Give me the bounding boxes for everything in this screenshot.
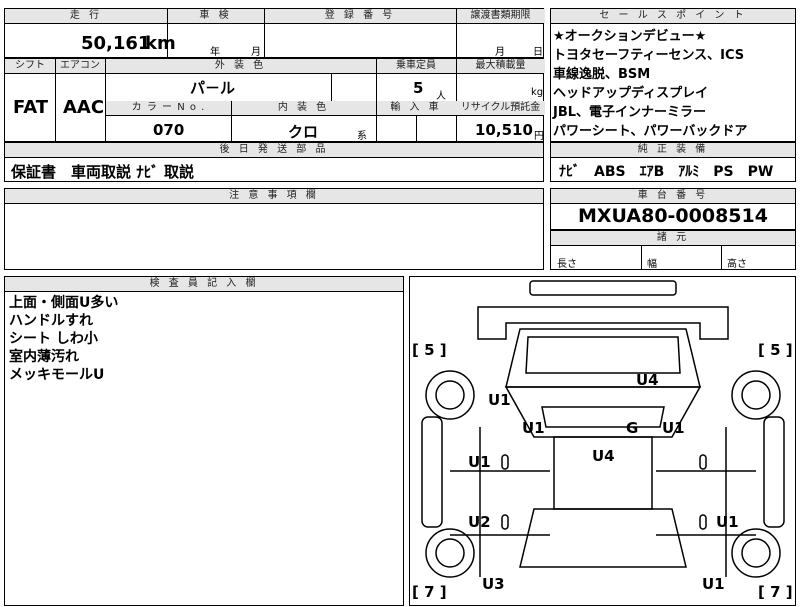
mark-u1-left-door: U1 bbox=[468, 453, 491, 471]
inspector-header: 検 査 員 記 入 欄 bbox=[5, 277, 403, 291]
mark-u3-left: U3 bbox=[482, 575, 505, 593]
inspector-line: ハンドルすれ bbox=[9, 313, 93, 329]
sales-line: 車線逸脱、BSM bbox=[553, 67, 651, 82]
colorno-value: 070 bbox=[153, 121, 185, 139]
mileage-header: 走 行 bbox=[5, 9, 167, 23]
later-parts-header: 後 日 発 送 部 品 bbox=[5, 143, 543, 157]
later-parts-value: 保証書 車両取説 ﾅﾋﾞ 取説 bbox=[11, 163, 194, 181]
inspector-lines: 上面・側面U多い ハンドルすれ シート しわ小 室内薄汚れ メッキモールU bbox=[9, 294, 118, 384]
colorno-header: カ ラ ー N o . bbox=[106, 101, 231, 115]
equipment: 純 正 装 備 ﾅﾋﾞ ABS ｴｱB ｱﾙﾐ PS PW bbox=[550, 142, 796, 182]
mark-right-bottom: [ 7 ] bbox=[758, 583, 793, 601]
inspector-line: 室内薄汚れ bbox=[9, 349, 79, 365]
mark-u2-left: U2 bbox=[468, 513, 491, 531]
top-row: 走 行 車 検 登 録 番 号 譲渡書類期限 50,161 km 年 月 月 日 bbox=[4, 8, 545, 58]
dims: 諸 元 長さ 幅 高さ bbox=[550, 230, 796, 270]
mark-left-bottom: [ 7 ] bbox=[412, 583, 447, 601]
mark-u4-top: U4 bbox=[636, 371, 659, 389]
mark-u1-left-upper: U1 bbox=[488, 391, 511, 409]
inspector-notes: 検 査 員 記 入 欄 上面・側面U多い ハンドルすれ シート しわ小 室内薄汚… bbox=[4, 276, 404, 606]
sales-line: JBL、電子インナーミラー bbox=[553, 105, 707, 120]
maxload-header: 最大積載量 bbox=[456, 59, 545, 73]
equipment-header: 純 正 装 備 bbox=[551, 143, 795, 157]
shift-header: シフト bbox=[5, 59, 55, 73]
mark-g: G bbox=[626, 419, 639, 437]
chassis: 車 台 番 号 MXUA80-0008514 bbox=[550, 188, 796, 230]
notes-header: 注 意 事 項 欄 bbox=[5, 189, 543, 203]
sales-lines: ★オークションデビュー★ トヨタセーフティーセンス、ICS 車線逸脱、BSM ヘ… bbox=[553, 27, 747, 141]
chassis-header: 車 台 番 号 bbox=[551, 189, 795, 203]
car-diagram: [ 5 ] [ 5 ] [ 7 ] [ 7 ] U4 U1 U1 G U1 U4… bbox=[409, 276, 796, 606]
recycle-header: リサイクル預託金 bbox=[456, 101, 545, 115]
dims-height: 高さ bbox=[727, 259, 747, 270]
shift-value: FAT bbox=[13, 97, 49, 118]
inspection-header: 車 検 bbox=[167, 9, 264, 23]
recycle-value: 10,510 bbox=[475, 121, 533, 139]
sales-points: セ ー ル ス ポ イ ン ト ★オークションデビュー★ トヨタセーフティーセン… bbox=[550, 8, 796, 142]
dims-length: 長さ bbox=[557, 259, 577, 270]
interior-value: クロ bbox=[288, 123, 319, 141]
interior-suffix: 系 bbox=[357, 131, 367, 142]
color-value: パ－ル bbox=[190, 79, 236, 97]
mark-u1-right-mid: U1 bbox=[662, 419, 685, 437]
transfer-header: 譲渡書類期限 bbox=[456, 9, 545, 23]
mark-u4-center: U4 bbox=[592, 447, 615, 465]
car-outline bbox=[421, 280, 785, 578]
inspector-line: 上面・側面U多い bbox=[9, 295, 119, 311]
capacity-value: 5 bbox=[413, 79, 424, 97]
mark-u1-right-door: U1 bbox=[716, 513, 739, 531]
mileage-unit: km bbox=[145, 33, 176, 54]
mileage-value: 50,161 bbox=[81, 33, 151, 54]
mark-u1-left-mid: U1 bbox=[522, 419, 545, 437]
chassis-value: MXUA80-0008514 bbox=[578, 205, 768, 227]
dims-width: 幅 bbox=[647, 259, 657, 270]
capacity-header: 乗車定員 bbox=[376, 59, 456, 73]
registration-header: 登 録 番 号 bbox=[264, 9, 456, 23]
sales-header: セ ー ル ス ポ イ ン ト bbox=[551, 9, 795, 23]
color-header: 外 装 色 bbox=[105, 59, 376, 73]
import-header: 輸 入 車 bbox=[376, 101, 456, 115]
sales-line: トヨタセーフティーセンス、ICS bbox=[553, 48, 745, 63]
sales-line: ★オークションデビュー★ bbox=[553, 29, 707, 44]
sales-line: ヘッドアップディスプレイ bbox=[553, 86, 709, 101]
ac-value: AAC bbox=[63, 97, 105, 118]
notes-box: 注 意 事 項 欄 bbox=[4, 188, 544, 270]
equipment-value: ﾅﾋﾞ ABS ｴｱB ｱﾙﾐ PS PW bbox=[559, 164, 774, 180]
dims-header: 諸 元 bbox=[551, 231, 795, 245]
transfer-month: 月 bbox=[495, 47, 505, 58]
mark-left-top: [ 5 ] bbox=[412, 341, 447, 359]
mark-u1-right-bottom: U1 bbox=[702, 575, 725, 593]
mark-right-top: [ 5 ] bbox=[758, 341, 793, 359]
transfer-day: 日 bbox=[533, 47, 543, 58]
inspector-line: シート しわ小 bbox=[9, 331, 98, 347]
later-parts: 後 日 発 送 部 品 保証書 車両取説 ﾅﾋﾞ 取説 bbox=[4, 142, 544, 182]
inspection-year: 年 bbox=[210, 47, 220, 58]
interior-header: 内 装 色 bbox=[231, 101, 376, 115]
ac-header: エアコン bbox=[55, 59, 105, 73]
inspector-line: メッキモールU bbox=[9, 367, 105, 383]
capacity-unit: 人 bbox=[436, 91, 446, 102]
inspection-month: 月 bbox=[251, 47, 261, 58]
maxload-unit: kg bbox=[531, 87, 544, 98]
sales-line: パワーシート、パワーバックドア bbox=[553, 124, 748, 139]
spec-grid: シフト エアコン 外 装 色 乗車定員 最大積載量 FAT AAC パ－ル 5 … bbox=[4, 58, 545, 143]
recycle-unit: 円 bbox=[534, 131, 544, 142]
